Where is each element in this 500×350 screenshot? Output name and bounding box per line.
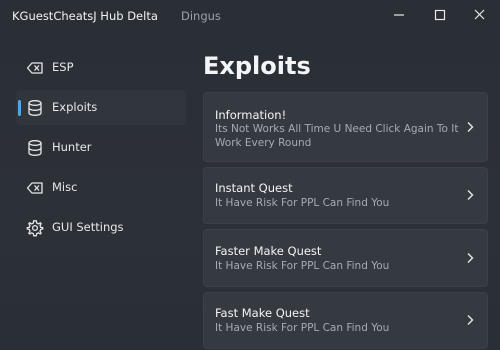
chevron-right-icon bbox=[467, 253, 474, 263]
card-title: Faster Make Quest bbox=[215, 244, 322, 258]
card-title: Fast Make Quest bbox=[215, 306, 310, 320]
exploit-card-instant-quest[interactable]: Instant Quest It Have Risk For PPL Can F… bbox=[203, 167, 488, 224]
close-button[interactable] bbox=[469, 6, 491, 24]
card-description: Its Not Works All Time U Need Click Agai… bbox=[215, 123, 459, 149]
backspace-icon bbox=[26, 182, 43, 194]
minimize-button[interactable] bbox=[388, 6, 410, 24]
chevron-right-icon bbox=[467, 190, 474, 200]
card-title: Information! bbox=[215, 108, 287, 122]
card-description: It Have Risk For PPL Can Find You bbox=[215, 197, 390, 209]
gear-icon bbox=[26, 220, 44, 237]
window-subtitle: Dingus bbox=[181, 9, 221, 23]
database-icon bbox=[28, 140, 42, 156]
sidebar-item-label: GUI Settings bbox=[52, 220, 124, 234]
sidebar-item-label: ESP bbox=[52, 60, 74, 74]
minimize-icon bbox=[394, 14, 404, 16]
page-title: Exploits bbox=[203, 52, 311, 80]
card-title: Instant Quest bbox=[215, 181, 293, 195]
sidebar-item-misc[interactable]: Misc bbox=[16, 170, 186, 205]
card-description: It Have Risk For PPL Can Find You bbox=[215, 322, 390, 334]
sidebar-item-label: Misc bbox=[52, 180, 78, 194]
title-bar[interactable]: KGuestCheatsJ Hub Delta Dingus bbox=[0, 0, 500, 30]
chevron-right-icon bbox=[467, 122, 474, 132]
sidebar-item-label: Exploits bbox=[52, 100, 98, 114]
close-icon bbox=[474, 9, 485, 20]
maximize-icon bbox=[434, 9, 446, 21]
exploit-card-fast-make-quest[interactable]: Fast Make Quest It Have Risk For PPL Can… bbox=[203, 292, 488, 349]
maximize-button[interactable] bbox=[429, 6, 451, 24]
app-window: KGuestCheatsJ Hub Delta Dingus ESP Explo… bbox=[0, 0, 500, 350]
active-indicator bbox=[18, 100, 21, 116]
exploit-card-information[interactable]: Information! Its Not Works All Time U Ne… bbox=[203, 92, 488, 162]
sidebar-item-hunter[interactable]: Hunter bbox=[16, 130, 186, 165]
window-title: KGuestCheatsJ Hub Delta bbox=[12, 9, 158, 23]
sidebar-item-exploits[interactable]: Exploits bbox=[16, 90, 186, 125]
chevron-right-icon bbox=[467, 315, 474, 325]
database-icon bbox=[28, 100, 42, 116]
exploit-card-faster-make-quest[interactable]: Faster Make Quest It Have Risk For PPL C… bbox=[203, 229, 488, 287]
card-description: It Have Risk For PPL Can Find You bbox=[215, 260, 390, 272]
backspace-icon bbox=[26, 62, 43, 74]
sidebar-item-esp[interactable]: ESP bbox=[16, 50, 186, 85]
sidebar-item-label: Hunter bbox=[52, 140, 92, 154]
sidebar-item-gui-settings[interactable]: GUI Settings bbox=[16, 210, 186, 245]
